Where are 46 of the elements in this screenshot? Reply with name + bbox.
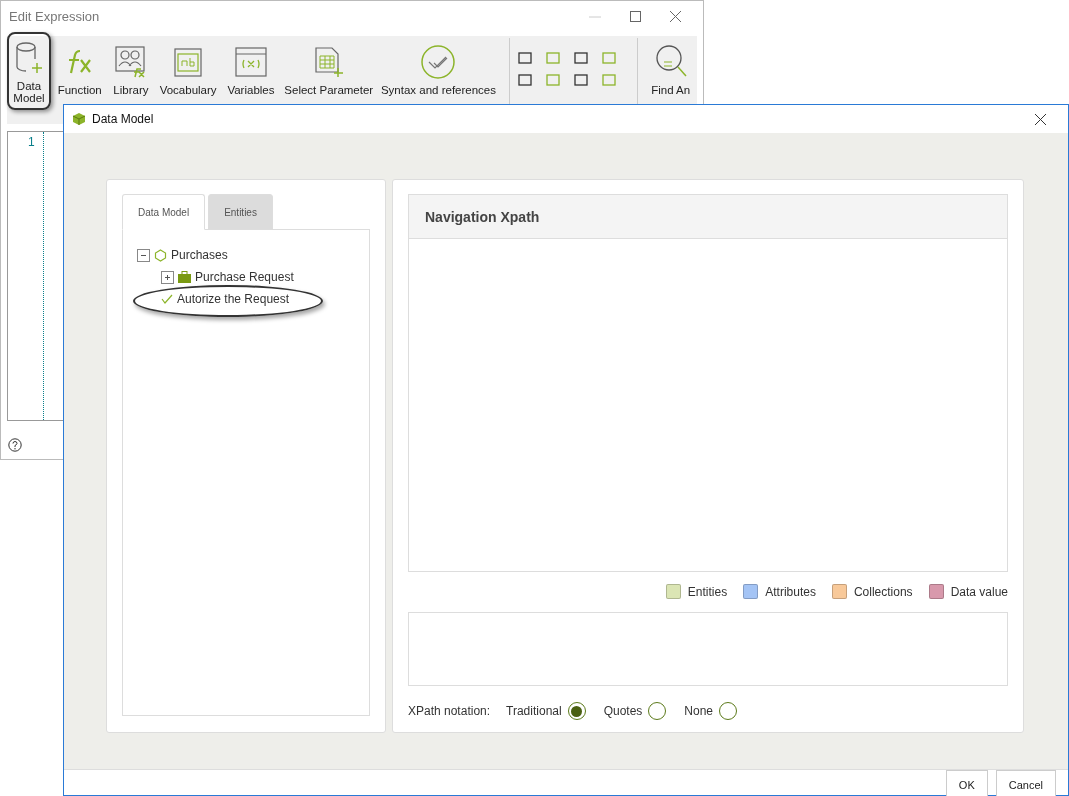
radio-button[interactable] <box>567 702 586 720</box>
toolbar-button[interactable]: Select Parameter <box>281 36 377 102</box>
legend-label: Entities <box>687 584 728 599</box>
cube-icon <box>72 112 86 126</box>
check-icon <box>161 294 173 304</box>
window-title: Edit Expression <box>9 9 101 24</box>
tab[interactable]: Data Model <box>122 194 206 230</box>
maximize-icon <box>629 11 641 22</box>
legend-label: Data value <box>950 584 1008 599</box>
close-icon <box>669 11 681 22</box>
toolbar-button[interactable]: Syntax and references <box>378 36 499 102</box>
tree-item[interactable]: Purchase Request <box>195 270 294 284</box>
database-icon <box>15 41 43 75</box>
dialog-title: Data Model <box>92 112 155 126</box>
toolbar-button[interactable]: Library <box>108 36 154 102</box>
ok-button[interactable]: OK <box>945 770 988 796</box>
hexagon-icon <box>154 248 167 262</box>
line-number: 1 <box>28 135 35 149</box>
help-icon[interactable] <box>8 438 22 452</box>
close-icon <box>1034 113 1046 125</box>
tree-item[interactable]: Purchases <box>171 248 228 262</box>
toolbar-button[interactable]: Function <box>53 36 107 102</box>
radio-button[interactable] <box>719 702 738 720</box>
toolbar-button[interactable]: Data Model <box>7 32 51 110</box>
briefcase-icon <box>178 271 191 283</box>
legend-label: Collections <box>853 584 913 599</box>
radio-button[interactable] <box>648 702 667 720</box>
panel-heading: Navigation Xpath <box>409 195 1007 239</box>
collapse-toggle[interactable] <box>137 248 150 262</box>
notation-label: XPath notation: <box>408 704 491 718</box>
table-plus-icon <box>313 46 344 78</box>
notepad-icon <box>173 46 204 78</box>
toolbar-button[interactable]: Vocabulary <box>155 36 221 102</box>
cancel-button[interactable]: Cancel <box>995 770 1056 796</box>
radio-label: Quotes <box>603 704 643 718</box>
radio-label: None <box>684 704 714 718</box>
tab[interactable]: Entities <box>208 194 273 230</box>
toolbar-button[interactable]: Find An <box>646 36 695 102</box>
toolbar-button[interactable]: Variables <box>222 36 280 102</box>
tree-item[interactable]: Autorize the Request <box>177 292 290 306</box>
check-circle-icon <box>420 44 457 80</box>
expand-toggle[interactable] <box>161 270 174 284</box>
legend-label: Attributes <box>765 584 816 599</box>
users-fx-icon <box>114 46 147 78</box>
variable-window-icon <box>234 46 267 78</box>
radio-label: Traditional <box>506 704 562 718</box>
